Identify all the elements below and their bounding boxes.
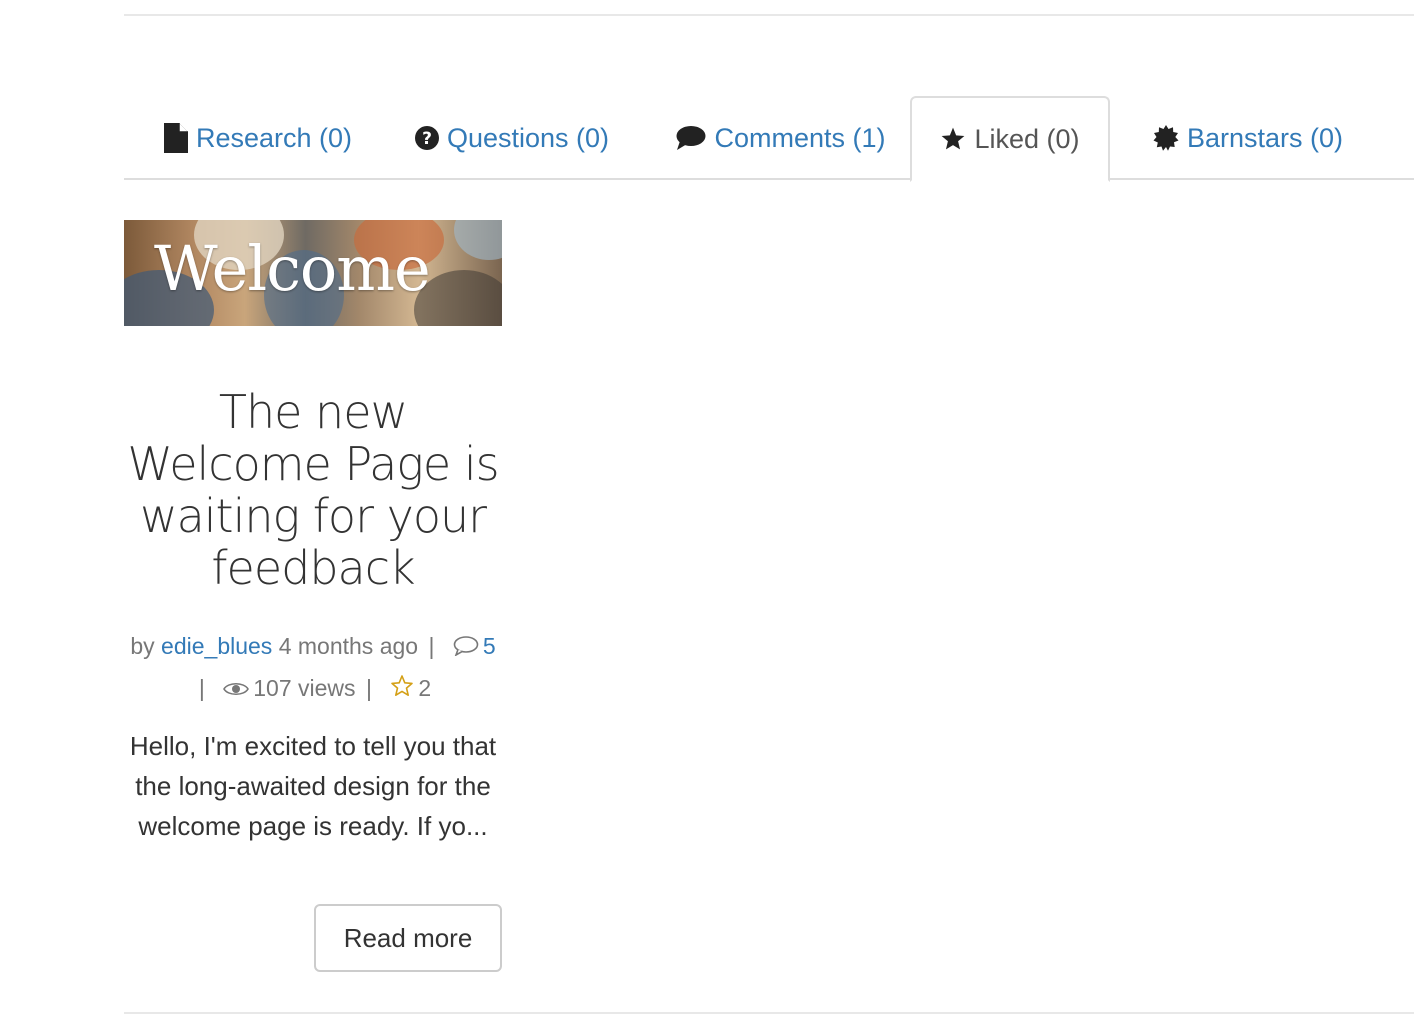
star-icon [940,126,966,152]
comments-count-link[interactable]: 5 [483,633,496,659]
post-title[interactable]: The new Welcome Page is waiting for your… [124,386,502,594]
meta-by: by [130,633,155,659]
tab-research-label: Research (0) [195,122,353,153]
post-meta: by edie_blues 4 months ago | 5 | 107 vie… [124,626,502,710]
tab-liked-label: Liked (0) [974,123,1080,154]
tab-barnstars-label: Barnstars (0) [1186,122,1344,153]
star-outline-icon[interactable] [390,670,414,710]
meta-separator: | [365,674,372,701]
question-circle-icon: ? [414,126,439,150]
comment-icon [676,125,706,151]
likes-count: 2 [418,674,432,701]
author-link[interactable]: edie_blues [161,633,272,659]
page: Research (0) ? Questions (0) Comments (1… [0,0,1414,1026]
tab-questions-label: Questions (0) [446,122,610,153]
post-card: Welcome The new Welcome Page is waiting … [124,220,502,972]
meta-separator: | [428,633,435,659]
post-banner-image[interactable]: Welcome [124,220,502,326]
profile-tabs: Research (0) ? Questions (0) Comments (1… [124,96,1414,182]
eye-icon [223,670,250,710]
top-divider [124,14,1414,16]
tab-questions[interactable]: ? Questions (0) [406,96,618,180]
banner-title: Welcome [154,232,431,305]
tab-barnstars[interactable]: Barnstars (0) [1146,96,1350,180]
views-count: 107 views [253,674,356,701]
read-more-button[interactable]: Read more [314,904,502,972]
svg-text:?: ? [422,129,432,149]
comment-outline-icon [453,628,479,668]
tab-research[interactable]: Research (0) [158,96,358,180]
tab-comments-label: Comments (1) [714,122,886,153]
meta-time: 4 months ago [278,633,419,659]
file-icon [163,123,188,153]
meta-separator: | [198,674,205,701]
post-excerpt: Hello, I'm excited to tell you that the … [129,731,497,841]
certificate-icon [1153,125,1179,151]
tab-comments[interactable]: Comments (1) [666,96,896,180]
bottom-divider [124,1012,1414,1014]
tab-liked[interactable]: Liked (0) [910,96,1110,182]
